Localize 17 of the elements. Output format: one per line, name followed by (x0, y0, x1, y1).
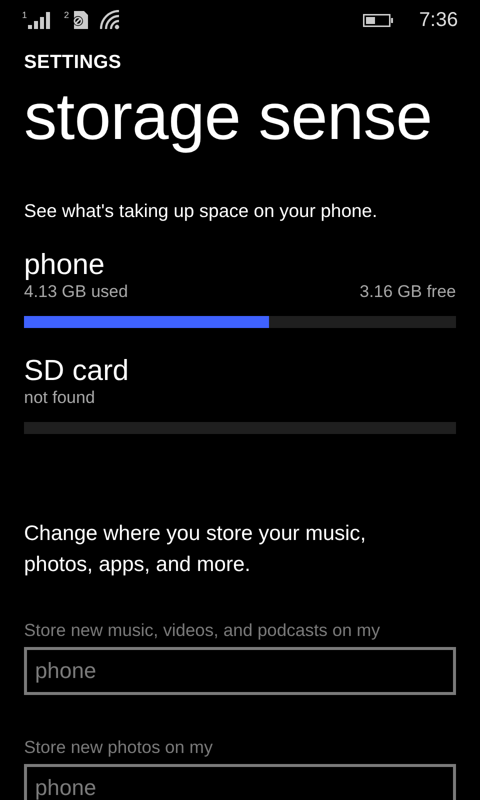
sim-number: 2 (64, 11, 70, 20)
picker-label: Store new photos on my (24, 737, 214, 758)
sim-number: 1 (22, 11, 28, 20)
picker-label: Store new music, videos, and podcasts on my (24, 620, 382, 641)
storage-used: 4.13 GB used (24, 282, 128, 302)
storage-name: phone (24, 248, 106, 282)
description: See what's taking up space on your phone. (24, 200, 378, 222)
storage-free: 3.16 GB free (360, 282, 456, 302)
page-title: storage sense (24, 78, 434, 155)
locations-intro: Change where you store your music, photos, apps, and more. (24, 521, 367, 578)
battery-icon (363, 14, 394, 26)
wifi-icon (100, 10, 120, 30)
clock-time: 7:36 (419, 8, 458, 32)
signal-icon (28, 11, 52, 29)
app-name: SETTINGS (24, 52, 122, 74)
storage-name: SD card (24, 354, 130, 388)
storage-used: not found (24, 388, 95, 408)
